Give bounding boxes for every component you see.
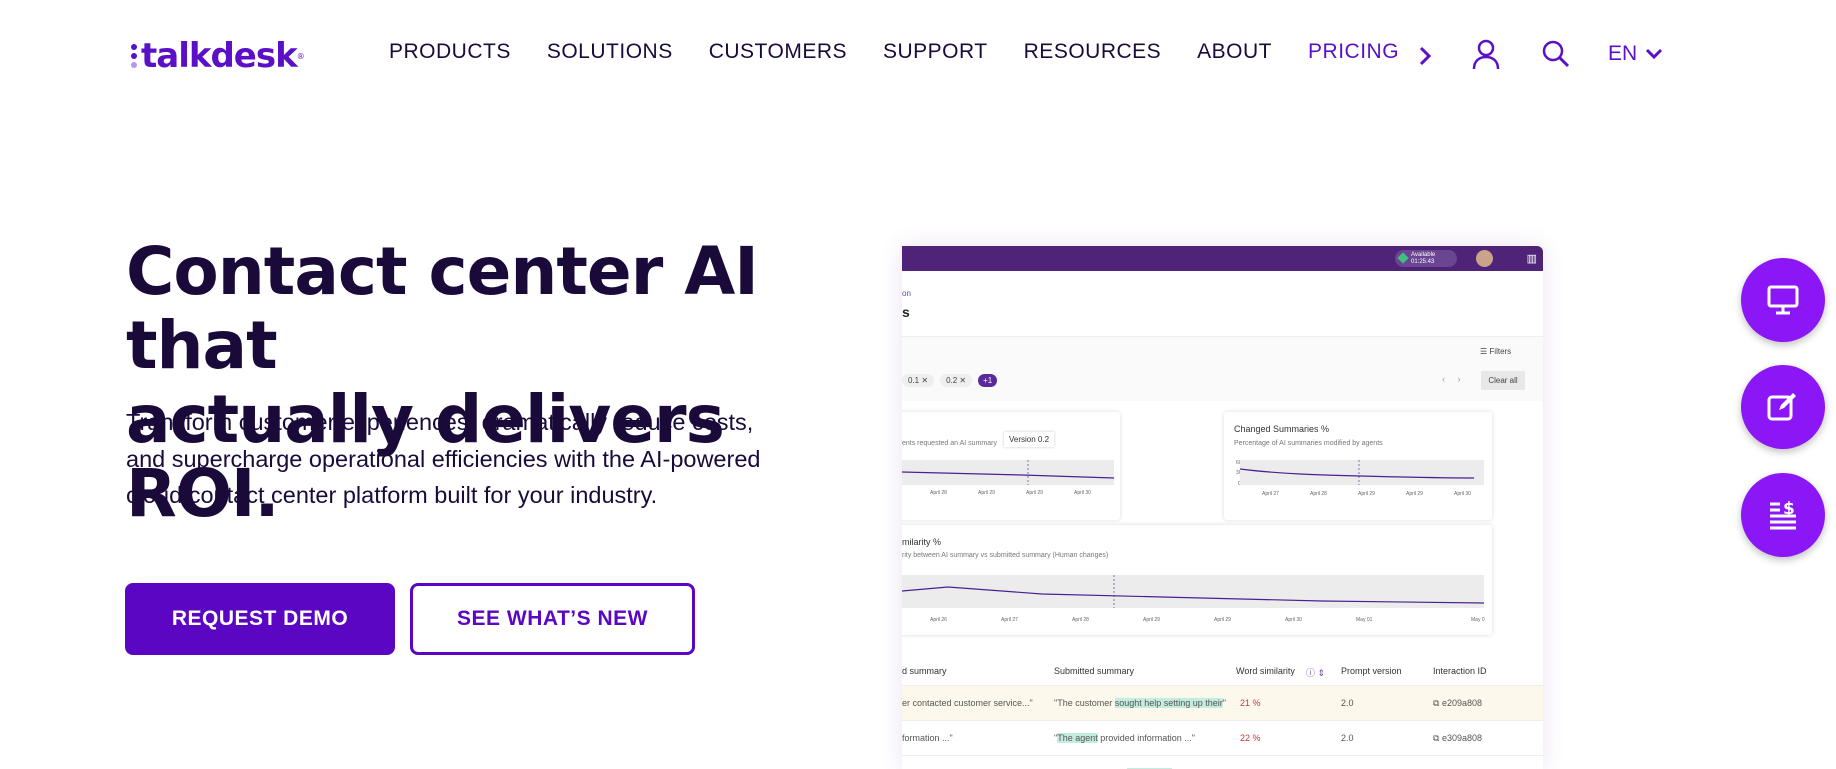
submitted-summary: "The agent provided information ..." [1054, 733, 1195, 743]
edit-icon [1767, 393, 1796, 421]
pricing-button[interactable]: $ [1741, 473, 1825, 557]
table-row: formation ..." "The agent provided infor… [902, 721, 1543, 756]
prompt-version: 2.0 [1341, 733, 1354, 743]
hero-subtitle: Transform customer experiences, dramatic… [126, 409, 761, 508]
similarity-card: milarity % rity between AI summary vs su… [902, 525, 1492, 635]
interaction-id: ⧉ e209a808 [1433, 698, 1482, 708]
pagination-arrows: ‹ › [1442, 374, 1461, 384]
product-screenshot: Available 01:25:43 ▥ on s ☰ Filters 0.1 ✕… [902, 246, 1543, 769]
ai-summary: er contacted customer service..." [902, 698, 1033, 708]
app-header: Available 01:25:43 ▥ [902, 246, 1543, 271]
chevron-down-icon [1646, 48, 1663, 60]
filter-chips: 0.1 ✕ 0.2 ✕ +1 [902, 374, 998, 387]
panel-icon: ▥ [1526, 253, 1537, 265]
page-title: s [902, 304, 910, 320]
status-badge: Available 01:25:43 [1395, 250, 1457, 267]
pricing-icon: $ [1770, 499, 1796, 530]
filters-button: ☰ Filters [1480, 347, 1512, 356]
clear-all-button: Clear all [1481, 371, 1525, 390]
chevron-right-icon[interactable] [1418, 46, 1432, 66]
prompt-version: 2.0 [1341, 698, 1354, 708]
monitor-icon [1767, 285, 1799, 315]
search-icon[interactable] [1542, 40, 1570, 68]
nav-pricing[interactable]: PRICING [1308, 40, 1399, 64]
chip: 0.1 ✕ [902, 374, 935, 387]
ai-summary: formation ..." [902, 733, 953, 743]
edit-button[interactable] [1741, 365, 1825, 449]
tooltip: Version 0.2 [1004, 432, 1055, 447]
changed-summaries-card: Changed Summaries % Percentage of AI sum… [1224, 412, 1492, 520]
nav-customers[interactable]: CUSTOMERS [709, 40, 847, 64]
copy-icon: ⧉ [1433, 698, 1442, 708]
nav-support[interactable]: SUPPORT [883, 40, 988, 64]
copy-icon: ⧉ [1433, 733, 1442, 743]
language-selector[interactable]: EN [1608, 42, 1663, 66]
word-similarity: 22 % [1240, 733, 1261, 743]
submitted-summary: "The customer sought help setting up the… [1054, 698, 1226, 708]
see-whats-new-button[interactable]: SEE WHAT’S NEW [410, 583, 695, 655]
nav-about[interactable]: ABOUT [1197, 40, 1272, 64]
chip: 0.2 ✕ [940, 374, 973, 387]
user-icon[interactable] [1472, 38, 1500, 70]
svg-text:$: $ [1783, 499, 1795, 519]
table-header: d summary Submitted summary Word similarit… [902, 654, 1543, 686]
breadcrumb: on [902, 289, 911, 298]
talkdesk-logo[interactable]: talkdesk ® [131, 36, 305, 76]
table-row: er contacted customer service..." "The c… [902, 686, 1543, 721]
word-similarity: 21 % [1240, 698, 1261, 708]
request-demo-button[interactable]: REQUEST DEMO [125, 583, 395, 655]
main-nav: PRODUCTS SOLUTIONS CUSTOMERS SUPPORT RES… [389, 40, 1399, 64]
chart-card: ents requested an AI summary Version 0.2… [902, 412, 1120, 520]
nav-resources[interactable]: RESOURCES [1024, 40, 1162, 64]
table-row: t the product and wanted" "inquire about… [902, 756, 1543, 769]
nav-products[interactable]: PRODUCTS [389, 40, 511, 64]
interaction-id: ⧉ e309a808 [1433, 733, 1482, 743]
more-chip: +1 [978, 374, 998, 387]
avatar [1476, 250, 1493, 267]
monitor-button[interactable] [1741, 258, 1825, 342]
nav-solutions[interactable]: SOLUTIONS [547, 40, 673, 64]
